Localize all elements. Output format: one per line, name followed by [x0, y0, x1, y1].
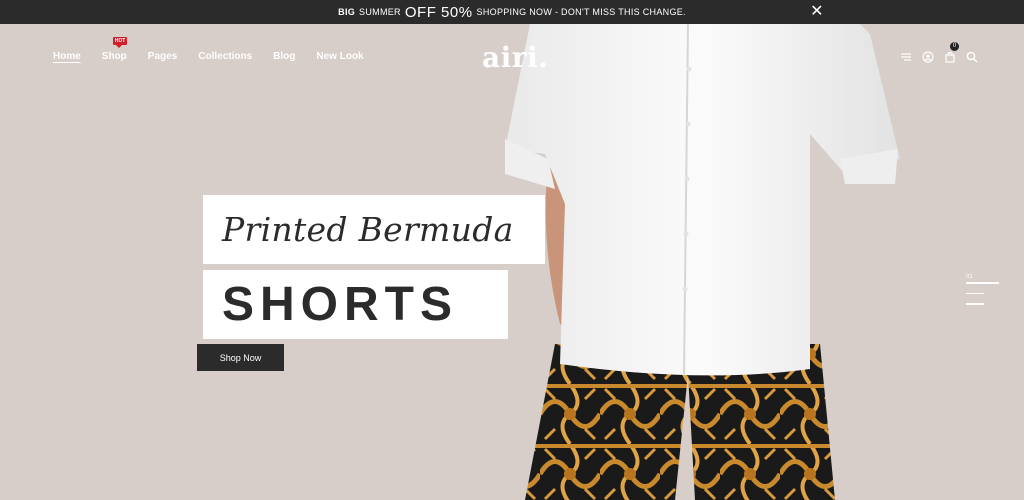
user-icon[interactable] [922, 50, 934, 63]
nav-item-home[interactable]: Home [53, 51, 81, 62]
nav-item-collections[interactable]: Collections [198, 51, 252, 62]
promo-prefix: SUMMER [359, 7, 401, 17]
header-icons: 0 [900, 42, 978, 63]
promo-suffix: SHOPPING NOW - DON'T MISS THIS CHANGE. [476, 7, 686, 17]
promo-strong: BIG [338, 7, 356, 17]
hero-section: Home HOT Shop Pages Collections Blog New… [0, 24, 1024, 500]
site-logo[interactable]: airi. [482, 41, 548, 74]
headline-line2: SHORTS [222, 278, 459, 331]
slide-dot-3[interactable] [966, 303, 984, 305]
slide-dot-1[interactable] [966, 282, 999, 284]
menu-icon[interactable] [900, 50, 912, 62]
nav-item-shop[interactable]: HOT Shop [101, 37, 128, 62]
headline-line1-box: Printed Bermuda [203, 195, 545, 264]
headline-line2-box: SHORTS [203, 270, 508, 339]
nav-item-shop-label: Shop [101, 51, 127, 62]
slide-dot-2[interactable] [966, 292, 984, 294]
promo-off: OFF 50% [404, 3, 473, 21]
cart-count-badge: 0 [950, 42, 959, 51]
slide-number: 01 [966, 274, 973, 280]
headline-line1: Printed Bermuda [222, 210, 514, 249]
shop-now-button[interactable]: Shop Now [197, 344, 284, 371]
promo-bar: BIG SUMMER OFF 50% SHOPPING NOW - DON'T … [0, 0, 1024, 24]
cart-icon[interactable]: 0 [944, 42, 959, 63]
close-icon[interactable]: ✕ [809, 4, 825, 20]
hot-badge: HOT [112, 37, 128, 48]
nav-item-new-look[interactable]: New Look [316, 51, 363, 62]
main-nav: Home HOT Shop Pages Collections Blog New… [53, 37, 385, 62]
search-icon[interactable] [966, 50, 978, 63]
slide-indicator: 01 [966, 274, 999, 314]
nav-item-blog[interactable]: Blog [273, 51, 295, 62]
nav-item-pages[interactable]: Pages [148, 51, 177, 62]
